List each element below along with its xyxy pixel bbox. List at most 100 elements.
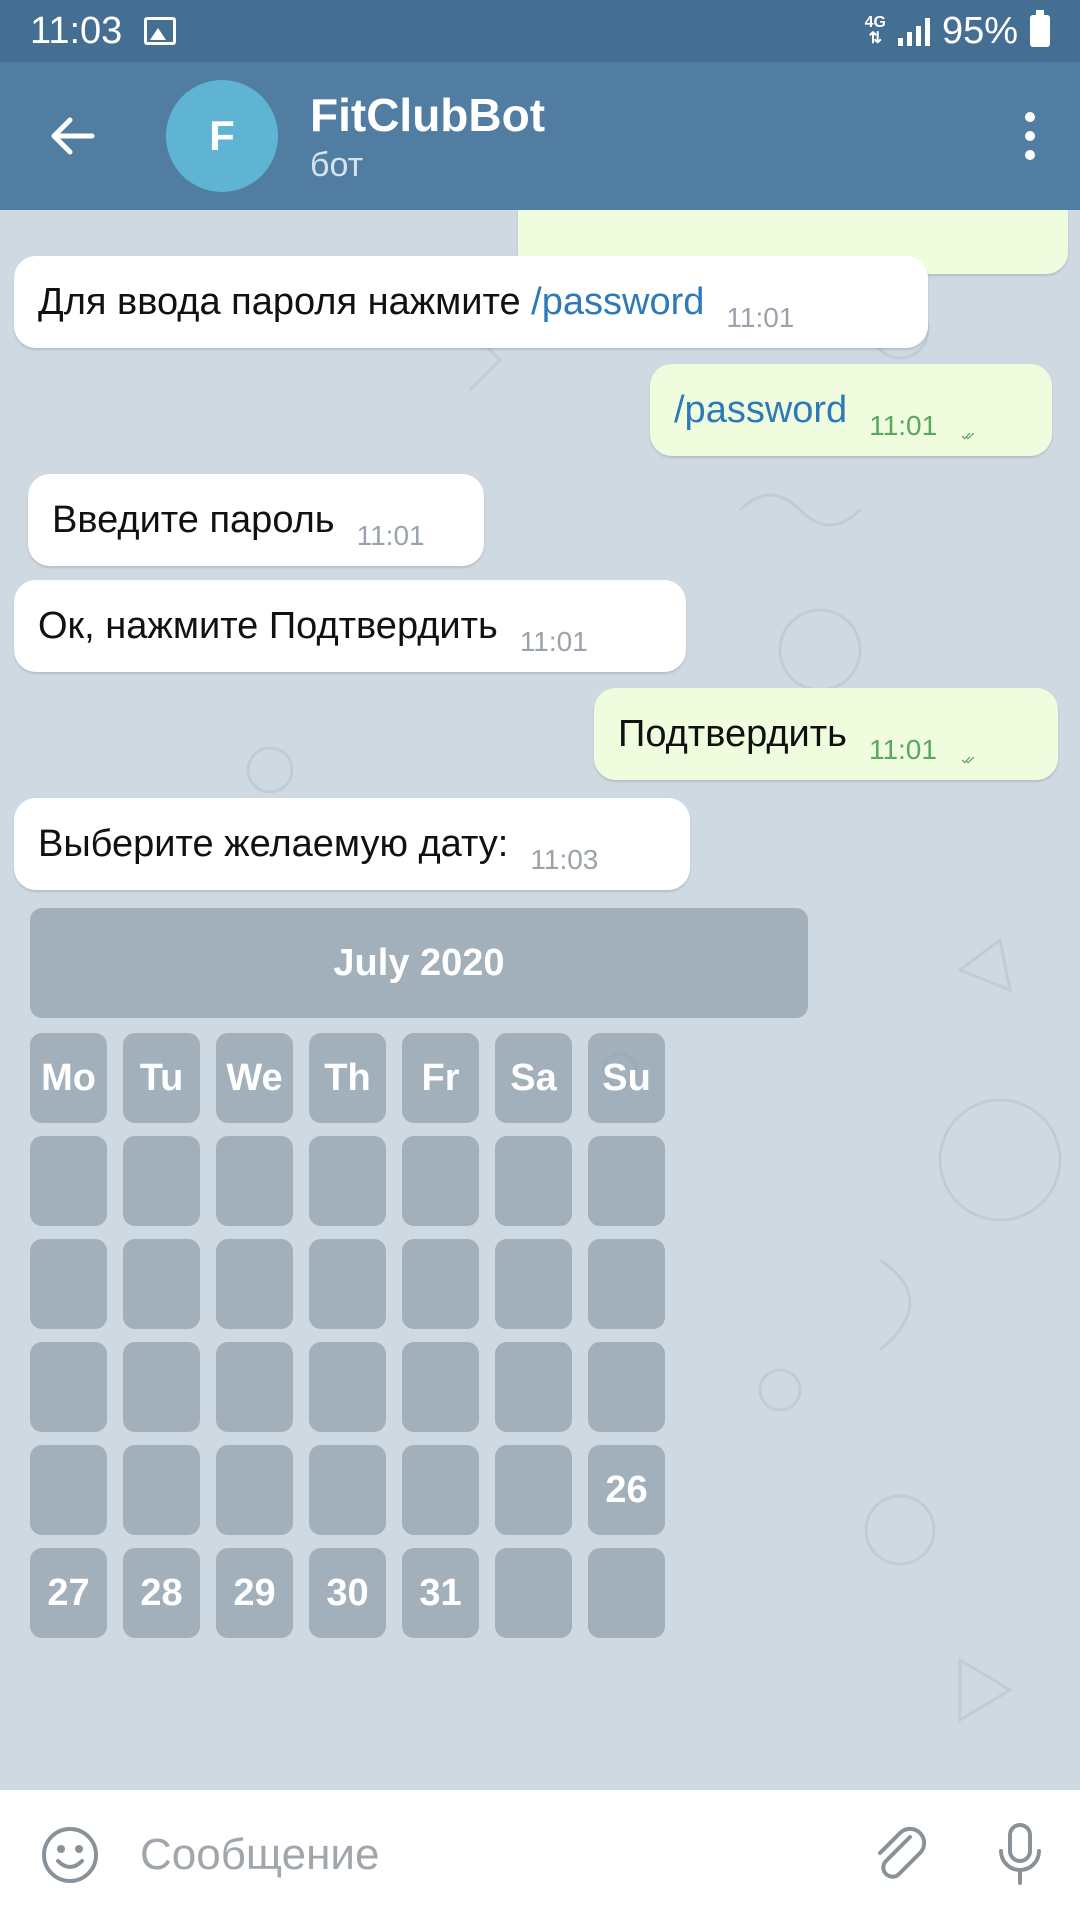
chat-title-block[interactable]: FitClubBot бот: [310, 88, 980, 185]
calendar-day-button[interactable]: [309, 1239, 386, 1329]
weekday-label: Sa: [510, 1056, 557, 1099]
calendar-day-button[interactable]: [216, 1342, 293, 1432]
status-bar: 11:03 4G ⇅ 95%: [0, 0, 1080, 62]
calendar-day-button[interactable]: [309, 1445, 386, 1535]
calendar-day-button[interactable]: [495, 1548, 572, 1638]
day-label: 31: [419, 1571, 462, 1614]
calendar-day-button[interactable]: [309, 1342, 386, 1432]
day-label: 26: [605, 1468, 648, 1511]
message-list[interactable]: Для ввода пароля нажмите /password 11:01…: [0, 210, 1080, 1790]
message-text: Ок, нажмите Подтвердить: [38, 604, 498, 647]
calendar-day-button[interactable]: [588, 1136, 665, 1226]
calendar-day-button[interactable]: [123, 1445, 200, 1535]
command-link[interactable]: /password: [531, 281, 704, 323]
calendar-day-button[interactable]: [30, 1445, 107, 1535]
network-type-icon: 4G ⇅: [864, 14, 886, 47]
weekday-label: Th: [324, 1056, 371, 1099]
day-label: 27: [47, 1571, 90, 1614]
calendar-day-button[interactable]: [30, 1136, 107, 1226]
calendar-day-button[interactable]: [123, 1136, 200, 1226]
battery-percent: 95%: [941, 9, 1018, 52]
weekday-header[interactable]: Fr: [402, 1033, 479, 1123]
dot-icon: [1025, 150, 1035, 160]
calendar-day-button[interactable]: [495, 1342, 572, 1432]
calendar-day-button[interactable]: [123, 1239, 200, 1329]
message-time: 11:03: [530, 844, 599, 875]
weekday-label: Fr: [421, 1056, 460, 1099]
calendar-day-button[interactable]: [402, 1239, 479, 1329]
calendar-day-button[interactable]: [30, 1342, 107, 1432]
chat-header: F FitClubBot бот: [0, 62, 1080, 210]
weekday-header[interactable]: Mo: [30, 1033, 107, 1123]
double-check-icon: [961, 756, 975, 764]
status-time: 11:03: [30, 9, 123, 52]
calendar-month-button[interactable]: July 2020: [30, 908, 808, 1018]
weekday-label: Tu: [139, 1056, 184, 1099]
microphone-icon: [999, 1823, 1041, 1885]
chat-subtitle: бот: [310, 145, 364, 184]
calendar-day-button[interactable]: [588, 1239, 665, 1329]
message-text: Для ввода пароля нажмите /password: [38, 281, 704, 324]
emoji-button[interactable]: [0, 1790, 140, 1920]
dot-icon: [1025, 131, 1035, 141]
calendar-day-button[interactable]: 31: [402, 1548, 479, 1638]
weekday-header[interactable]: Th: [309, 1033, 386, 1123]
calendar-month-label: July 2020: [333, 941, 505, 984]
message-input-bar: [0, 1790, 1080, 1920]
network-type-label: 4G: [864, 14, 886, 31]
calendar-day-button[interactable]: 30: [309, 1548, 386, 1638]
message-time: 11:01: [519, 626, 588, 657]
attach-button[interactable]: [840, 1790, 960, 1920]
calendar-day-button[interactable]: [30, 1239, 107, 1329]
back-arrow-icon: [51, 117, 95, 155]
weekday-label: Su: [602, 1056, 651, 1099]
calendar-day-button[interactable]: [402, 1445, 479, 1535]
day-label: 29: [233, 1571, 276, 1614]
command-link[interactable]: /password: [674, 389, 847, 432]
calendar-day-button[interactable]: 26: [588, 1445, 665, 1535]
calendar-day-button[interactable]: [495, 1239, 572, 1329]
voice-message-button[interactable]: [960, 1790, 1080, 1920]
weekday-header[interactable]: We: [216, 1033, 293, 1123]
calendar-day-button[interactable]: [588, 1342, 665, 1432]
weekday-label: We: [226, 1056, 283, 1099]
more-options-button[interactable]: [980, 62, 1080, 210]
calendar-day-button[interactable]: [495, 1136, 572, 1226]
calendar-day-button[interactable]: [402, 1342, 479, 1432]
calendar-day-button[interactable]: [216, 1445, 293, 1535]
back-button[interactable]: [0, 62, 144, 210]
calendar-day-button[interactable]: [309, 1136, 386, 1226]
message-bubble-incoming[interactable]: Введите пароль 11:01: [28, 474, 484, 566]
message-bubble-incoming[interactable]: Выберите желаемую дату: 11:03: [14, 798, 690, 890]
calendar-day-button[interactable]: [216, 1136, 293, 1226]
calendar-day-button[interactable]: [123, 1342, 200, 1432]
message-time: 11:01: [726, 302, 795, 333]
avatar-letter: F: [209, 112, 235, 159]
double-check-icon: [961, 432, 975, 440]
calendar-day-button[interactable]: 28: [123, 1548, 200, 1638]
calendar-day-button[interactable]: [588, 1548, 665, 1638]
message-time: 11:01: [869, 410, 938, 441]
message-text: Введите пароль: [52, 498, 335, 541]
bot-avatar[interactable]: F: [166, 80, 278, 192]
message-bubble-incoming[interactable]: Ок, нажмите Подтвердить 11:01: [14, 580, 686, 672]
day-label: 28: [140, 1571, 183, 1614]
gallery-notification-icon: [144, 17, 177, 45]
message-bubble-outgoing[interactable]: Подтвердить 11:01: [594, 688, 1058, 780]
calendar-day-button[interactable]: [216, 1239, 293, 1329]
message-bubble-outgoing[interactable]: /password 11:01: [650, 364, 1052, 456]
weekday-header[interactable]: Sa: [495, 1033, 572, 1123]
calendar-day-button[interactable]: 29: [216, 1548, 293, 1638]
dot-icon: [1025, 112, 1035, 122]
calendar-day-button[interactable]: 27: [30, 1548, 107, 1638]
message-time: 11:01: [356, 520, 425, 551]
message-input[interactable]: [140, 1830, 840, 1880]
calendar-day-button[interactable]: [402, 1136, 479, 1226]
calendar-day-button[interactable]: [495, 1445, 572, 1535]
message-bubble-incoming[interactable]: Для ввода пароля нажмите /password 11:01: [14, 256, 928, 348]
message-time: 11:01: [868, 734, 937, 765]
weekday-header[interactable]: Tu: [123, 1033, 200, 1123]
weekday-header[interactable]: Su: [588, 1033, 665, 1123]
weekday-label: Mo: [41, 1056, 96, 1099]
signal-strength-icon: [897, 16, 930, 46]
